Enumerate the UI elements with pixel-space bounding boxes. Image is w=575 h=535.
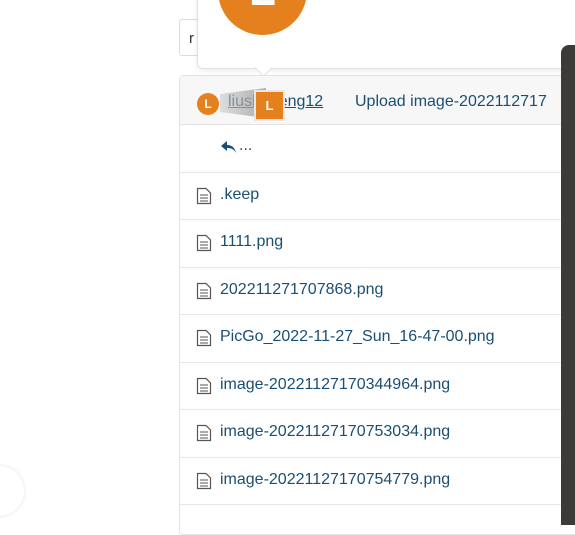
file-name-link[interactable]: image-20221127170344964.png [220, 376, 450, 394]
file-icon [196, 329, 212, 347]
commit-message-link[interactable]: Upload image-2022112717 [355, 93, 547, 111]
latest-commit-bar: L liushuheng12 L Upload image-2022112717 [180, 76, 575, 125]
file-icon [196, 424, 212, 442]
dragged-avatar: L [254, 90, 285, 121]
side-drawer-edge [561, 45, 575, 525]
file-row[interactable]: PicGo_2022-11-27_Sun_16-47-00.png [180, 315, 575, 363]
file-icon [196, 472, 212, 489]
file-icon [196, 377, 212, 394]
file-name-link[interactable]: PicGo_2022-11-27_Sun_16-47-00.png [220, 328, 495, 346]
floating-action-circle[interactable] [0, 466, 24, 516]
file-name-link[interactable]: image-20221127170754779.png [220, 471, 450, 489]
file-list-panel: L liushuheng12 L Upload image-2022112717… [179, 75, 575, 535]
file-icon [196, 282, 212, 299]
file-icon [196, 234, 212, 252]
file-row[interactable]: image-20221127170753034.png [180, 410, 575, 458]
file-name-link[interactable]: image-20221127170753034.png [220, 423, 450, 441]
file-name-link[interactable]: 1111.png [220, 233, 283, 251]
file-row[interactable]: image-20221127170754779.png [180, 458, 575, 505]
file-name-link[interactable]: 202211271707868.png [220, 281, 383, 299]
file-row[interactable]: image-20221127170344964.png [180, 363, 575, 410]
parent-directory-row[interactable]: ... [180, 125, 575, 173]
reply-back-icon [221, 141, 236, 153]
commit-author-avatar[interactable]: L [197, 93, 219, 115]
file-row[interactable]: .keep [180, 173, 575, 220]
file-row[interactable]: 1111.png [180, 220, 575, 268]
file-name-link[interactable]: .keep [220, 186, 259, 204]
file-row[interactable]: 202211271707868.png [180, 268, 575, 315]
parent-directory-label[interactable]: ... [239, 137, 252, 155]
file-icon [196, 187, 212, 204]
